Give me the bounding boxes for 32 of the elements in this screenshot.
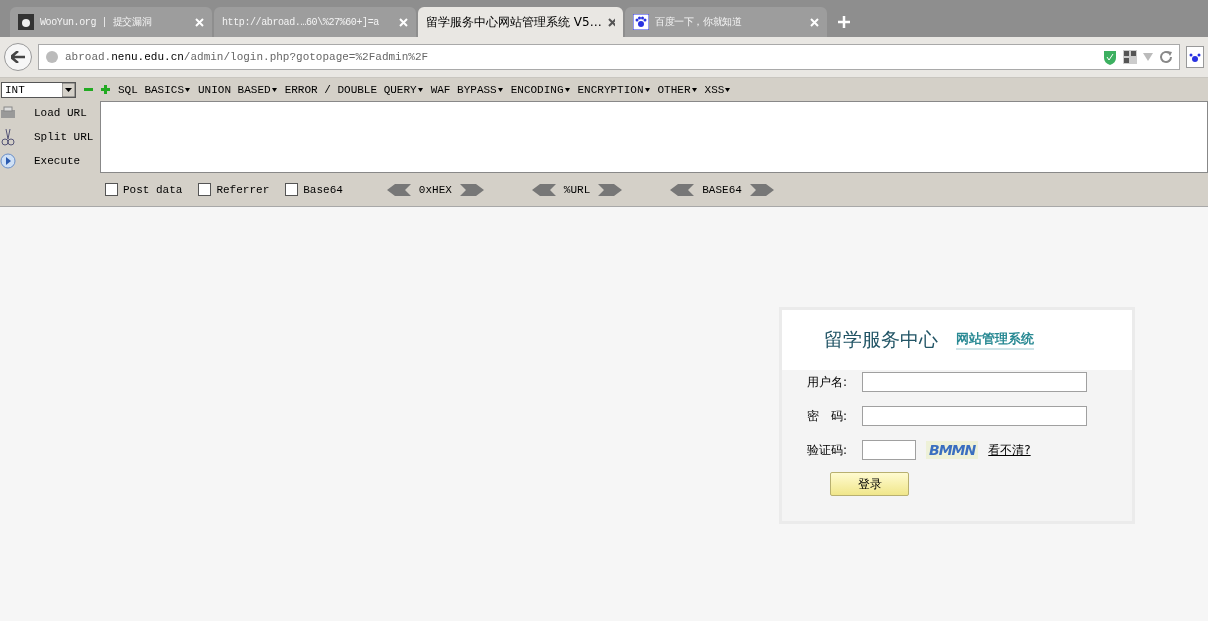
action-button[interactable]: Split URL [0, 126, 100, 148]
tab-title: http://abroad.…60\%27%60+]=a [222, 16, 380, 28]
checkbox-label: Post data [123, 183, 183, 196]
checkbox-label: Base64 [303, 183, 343, 196]
encoder-label: 0xHEX [418, 183, 452, 196]
logo-subtitle: 网站管理系统 [956, 330, 1034, 350]
checkbox-label: Referrer [216, 183, 270, 196]
login-button[interactable]: 登录 [830, 472, 909, 496]
menu-button[interactable]: ENCRYPTION [577, 83, 650, 96]
type-select[interactable]: INT [1, 81, 76, 98]
menu-button[interactable]: UNION BASED [198, 83, 277, 96]
address-field[interactable]: abroad.nenu.edu.cn/admin/login.php?gotopage=%2Fadmin%2F [38, 44, 1180, 70]
encoder-label: BASE64 [702, 183, 742, 196]
tab-title: 留学服务中心网站管理系统 V5… [426, 13, 602, 31]
field-label: 验证码: [807, 441, 849, 459]
field-label: 密 码: [807, 407, 849, 425]
logo-title: 留学服务中心 [824, 327, 938, 352]
tab-title: WooYun.org | 提交漏洞 [40, 15, 153, 29]
menu-button[interactable]: ENCODING [510, 83, 570, 96]
menu-button[interactable]: ERROR / DOUBLE QUERY [284, 83, 423, 96]
browser-tab[interactable]: 留学服务中心网站管理系统 V5… [418, 7, 623, 37]
menu-button[interactable]: XSS [704, 83, 731, 96]
action-button[interactable]: Load URL [0, 102, 100, 124]
menu-button[interactable]: OTHER [657, 83, 697, 96]
menu-button[interactable]: SQL BASICS [118, 83, 190, 96]
encoder-label: %URL [563, 183, 591, 196]
menu-button[interactable]: WAF BYPASS [430, 83, 503, 96]
field-label: 用户名: [807, 373, 849, 391]
action-button[interactable]: Execute [0, 150, 100, 172]
refresh-captcha-link[interactable]: 看不清? [988, 441, 1031, 459]
captcha-image: BMMN [926, 441, 979, 459]
url-text: abroad.nenu.edu.cn/admin/login.php?gotopage=%2Fadmin%2F [65, 51, 430, 63]
